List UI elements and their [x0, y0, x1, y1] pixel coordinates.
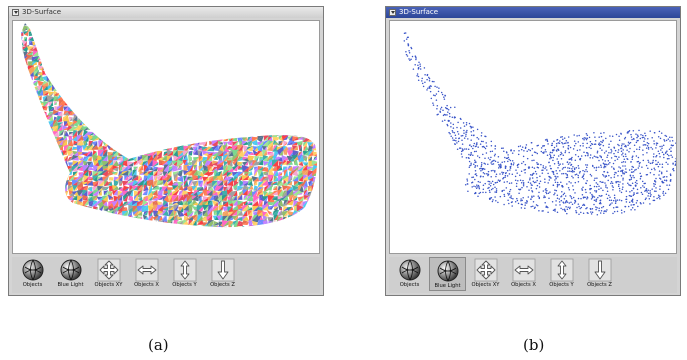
toolbar-button-label: Objects — [399, 282, 420, 288]
toolbar-button-label: Objects Z — [210, 282, 235, 288]
panel-b: 3D-Surface Objects Blue Light Objects XY Ob… — [385, 6, 681, 296]
window-title: 3D-Surface — [22, 8, 62, 16]
toolbar-button-objects-z[interactable]: Objects Z — [204, 257, 241, 291]
light-sphere-icon — [437, 260, 458, 282]
window-titlebar[interactable]: 3D-Surface — [9, 7, 323, 18]
window-menu-icon[interactable] — [12, 9, 19, 16]
window-titlebar[interactable]: 3D-Surface — [386, 7, 680, 18]
colored-mesh-render — [21, 23, 318, 228]
point-cloud-render — [403, 32, 676, 216]
surface-window-b: 3D-Surface Objects Blue Light Objects XY Ob… — [385, 6, 681, 296]
toolbar: Objects Blue Light Objects XY Objects X Obje… — [12, 257, 320, 293]
toolbar-button-label: Objects Y — [549, 282, 574, 288]
move-x-icon — [135, 258, 158, 282]
window-menu-icon[interactable] — [389, 9, 396, 16]
toolbar-button-objects-x[interactable]: Objects X — [505, 257, 542, 291]
toolbar-button-label: Objects XY — [94, 282, 123, 288]
panel-a: 3D-Surface Objects Blue Light Objects XY Ob… — [8, 6, 324, 296]
sphere-icon — [399, 259, 420, 281]
toolbar-button-label: Objects Y — [172, 282, 197, 288]
move-z-icon — [588, 258, 611, 282]
toolbar-button-label: Blue Light — [434, 283, 461, 289]
toolbar-button-blue-light[interactable]: Blue Light — [52, 257, 89, 291]
move-x-icon — [512, 258, 535, 282]
move-xy-icon — [97, 258, 120, 282]
caption-a: (a) — [148, 336, 169, 354]
toolbar-button-objects-xy[interactable]: Objects XY — [90, 257, 127, 291]
light-sphere-icon — [60, 259, 81, 281]
toolbar-button-label: Objects X — [134, 282, 159, 288]
toolbar-button-objects[interactable]: Objects — [14, 257, 51, 291]
toolbar-button-label: Objects X — [511, 282, 536, 288]
toolbar-button-objects-y[interactable]: Objects Y — [543, 257, 580, 291]
move-y-icon — [550, 258, 573, 282]
move-xy-icon — [474, 258, 497, 282]
render-canvas-b[interactable] — [389, 20, 677, 254]
toolbar-button-label: Objects XY — [471, 282, 500, 288]
toolbar: Objects Blue Light Objects XY Objects X Obje… — [389, 257, 677, 293]
toolbar-button-label: Objects Z — [587, 282, 612, 288]
toolbar-button-label: Blue Light — [57, 282, 84, 288]
render-canvas-a[interactable] — [12, 20, 320, 254]
toolbar-button-objects[interactable]: Objects — [391, 257, 428, 291]
toolbar-button-objects-y[interactable]: Objects Y — [166, 257, 203, 291]
caption-b: (b) — [523, 336, 545, 354]
move-z-icon — [211, 258, 234, 282]
window-title: 3D-Surface — [399, 8, 439, 16]
toolbar-button-label: Objects — [22, 282, 43, 288]
toolbar-button-objects-xy[interactable]: Objects XY — [467, 257, 504, 291]
surface-window-a: 3D-Surface Objects Blue Light Objects XY Ob… — [8, 6, 324, 296]
toolbar-button-objects-x[interactable]: Objects X — [128, 257, 165, 291]
toolbar-button-objects-z[interactable]: Objects Z — [581, 257, 618, 291]
toolbar-button-blue-light[interactable]: Blue Light — [429, 257, 466, 291]
move-y-icon — [173, 258, 196, 282]
sphere-icon — [22, 259, 43, 281]
